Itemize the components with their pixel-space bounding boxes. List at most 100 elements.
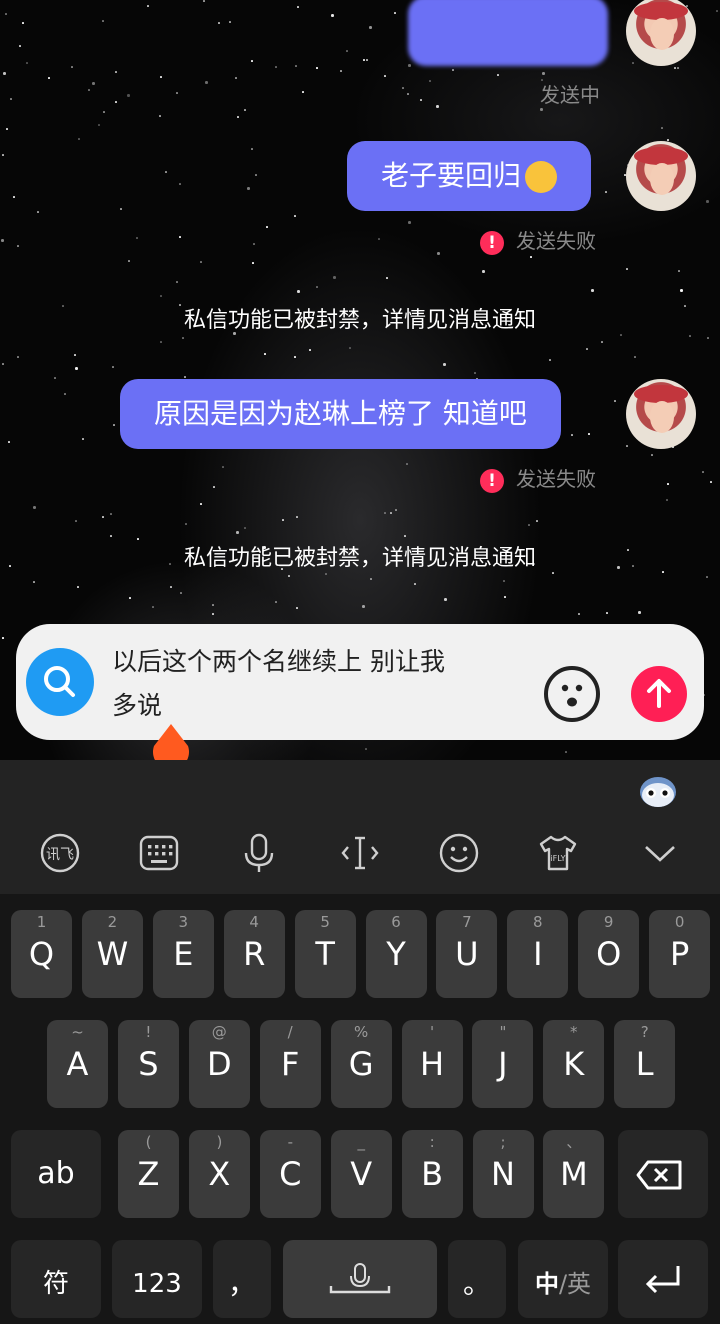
message-bubble[interactable]: [408, 0, 608, 66]
key-backspace[interactable]: [618, 1130, 708, 1218]
key-c[interactable]: -C: [259, 1130, 321, 1218]
key-y[interactable]: 6Y: [365, 910, 427, 998]
star-decoration: [294, 215, 296, 217]
star-decoration: [296, 607, 298, 609]
key-z[interactable]: (Z: [118, 1130, 179, 1218]
key-f[interactable]: / F: [259, 1020, 321, 1108]
star-decoration: [115, 71, 117, 73]
key-label: R: [243, 935, 266, 973]
star-decoration: [160, 341, 162, 343]
message-status-failed[interactable]: ! 发送失败: [480, 466, 596, 493]
key-symbols[interactable]: 符: [11, 1240, 101, 1318]
star-decoration: [203, 0, 205, 2]
key-i[interactable]: 8I: [507, 910, 569, 998]
key-r[interactable]: 4R: [223, 910, 285, 998]
microphone-icon[interactable]: [238, 832, 280, 874]
avatar[interactable]: [626, 0, 696, 66]
key-a[interactable]: ~ A: [47, 1020, 108, 1108]
star-decoration: [601, 341, 603, 343]
emoji-button[interactable]: [544, 666, 600, 722]
key-label: H: [419, 1045, 445, 1083]
smiley-icon: [561, 684, 583, 707]
star-decoration: [212, 604, 214, 606]
star-decoration: [229, 21, 231, 23]
ifly-mascot-icon[interactable]: [638, 774, 678, 808]
star-decoration: [503, 580, 505, 582]
text-cursor-icon[interactable]: [339, 832, 381, 874]
key-b[interactable]: :B: [401, 1130, 463, 1218]
message-bubble[interactable]: 原因是因为赵琳上榜了 知道吧: [120, 379, 561, 449]
avatar[interactable]: [626, 379, 696, 449]
star-decoration: [605, 191, 607, 193]
key-s[interactable]: ! S: [117, 1020, 179, 1108]
key-x[interactable]: ) X: [188, 1130, 250, 1218]
send-button[interactable]: [631, 666, 687, 722]
key-enter[interactable]: [618, 1240, 708, 1318]
key-secondary-label: 5: [320, 913, 330, 931]
star-decoration: [2, 363, 4, 365]
star-decoration: [159, 115, 161, 117]
star-decoration: [365, 748, 367, 750]
key-u[interactable]: 7U: [436, 910, 498, 998]
key-label: M: [560, 1155, 588, 1193]
keyboard-icon[interactable]: [138, 832, 180, 874]
key-secondary-label: ': [429, 1023, 435, 1041]
key-label: 。: [462, 1267, 491, 1300]
key-comma[interactable]: ，: [213, 1240, 271, 1318]
star-decoration: [497, 74, 499, 76]
key-secondary-label: 9: [603, 913, 614, 931]
search-button[interactable]: [26, 648, 94, 716]
star-decoration: [549, 359, 551, 361]
key-n[interactable]: ; N: [472, 1130, 534, 1218]
key-period[interactable]: 。: [448, 1240, 506, 1318]
key-o[interactable]: 9O: [578, 910, 640, 998]
star-decoration: [115, 101, 117, 103]
star-decoration: [110, 535, 112, 537]
key-q[interactable]: 1Q: [11, 910, 72, 998]
key-l[interactable]: ? L: [614, 1020, 676, 1108]
key-language-switch[interactable]: 中/英: [518, 1240, 608, 1318]
key-k[interactable]: * K: [543, 1020, 605, 1108]
message-bubble[interactable]: 老子要回归: [347, 141, 592, 211]
star-decoration: [165, 171, 167, 173]
key-h[interactable]: ' H: [401, 1020, 463, 1108]
message-status-failed[interactable]: ! 发送失败: [480, 228, 596, 255]
star-decoration: [302, 91, 304, 93]
emoji-icon[interactable]: [438, 832, 480, 874]
star-decoration: [13, 196, 15, 198]
key-numbers[interactable]: 123: [112, 1240, 202, 1318]
key-j[interactable]: " J: [472, 1020, 534, 1108]
space-mic-icon: [329, 1263, 391, 1294]
star-decoration: [3, 72, 6, 75]
star-decoration: [474, 372, 476, 374]
key-m[interactable]: 、 M: [543, 1130, 605, 1218]
key-space[interactable]: [283, 1240, 437, 1318]
star-decoration: [386, 277, 388, 279]
key-ab[interactable]: ab: [11, 1130, 101, 1218]
key-t[interactable]: 5T: [294, 910, 356, 998]
system-notice: 私信功能已被封禁，详情见消息通知: [183, 546, 536, 571]
key-w[interactable]: 2W: [81, 910, 143, 998]
key-secondary-label: :: [429, 1133, 435, 1151]
star-decoration: [316, 286, 318, 288]
key-g[interactable]: % G: [330, 1020, 392, 1108]
star-decoration: [384, 75, 386, 77]
key-d[interactable]: @ D: [188, 1020, 250, 1108]
key-p[interactable]: 0P: [649, 910, 711, 998]
key-e[interactable]: 3E: [152, 910, 214, 998]
message-input[interactable]: 以后这个两个名继续上 别让我 多说: [112, 640, 532, 728]
avatar[interactable]: [626, 141, 696, 211]
key-v[interactable]: _ V: [330, 1130, 392, 1218]
star-decoration: [253, 243, 255, 245]
skin-icon[interactable]: iFLY: [537, 832, 579, 874]
star-decoration: [297, 6, 299, 8]
collapse-icon[interactable]: [639, 832, 681, 874]
star-decoration: [176, 281, 178, 283]
star-decoration: [536, 520, 538, 522]
star-decoration: [48, 77, 50, 79]
xunfei-icon[interactable]: 讯飞: [39, 832, 81, 874]
star-decoration: [129, 597, 131, 599]
message-composer[interactable]: 以后这个两个名继续上 别让我 多说: [16, 624, 704, 740]
system-notice: 私信功能已被封禁，详情见消息通知: [183, 308, 536, 333]
star-decoration: [282, 519, 284, 521]
